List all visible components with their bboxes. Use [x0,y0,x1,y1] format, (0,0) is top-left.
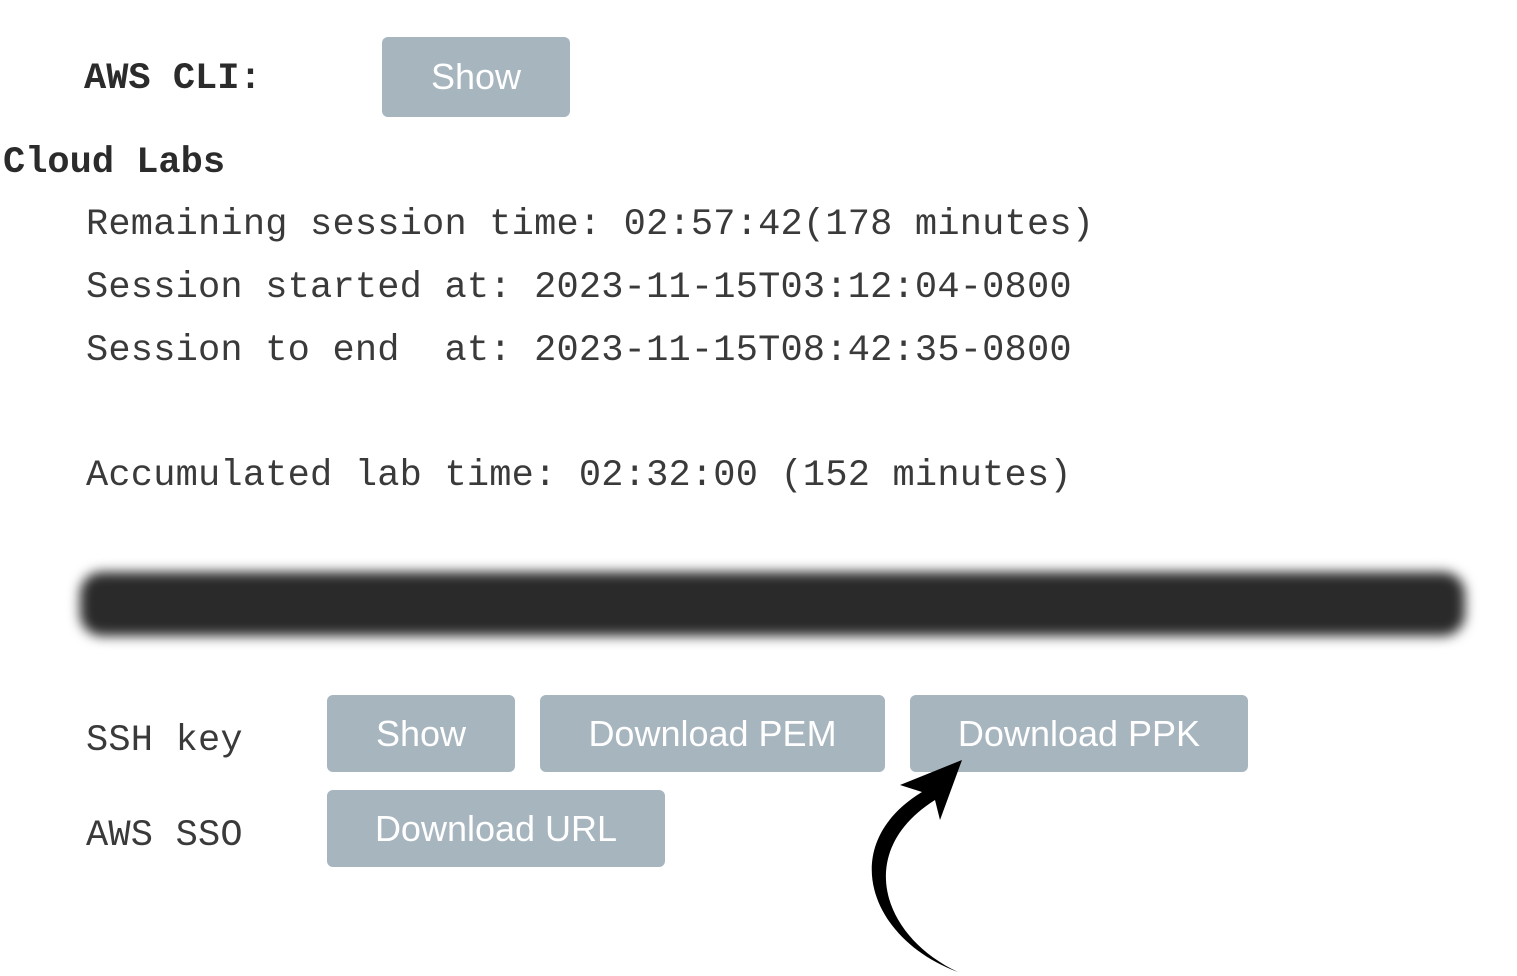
remaining-session-time: Remaining session time: 02:57:42(178 min… [86,204,1095,246]
curved-arrow-icon [871,760,962,972]
aws-sso-label: AWS SSO [86,815,243,857]
download-url-button[interactable]: Download URL [327,790,665,867]
session-end-at: Session to end at: 2023-11-15T08:42:35-0… [86,330,1072,372]
section-title: Cloud Labs [3,142,226,184]
accumulated-lab-time: Accumulated lab time: 02:32:00 (152 minu… [86,455,1072,497]
download-pem-button[interactable]: Download PEM [540,695,885,772]
aws-cli-show-button[interactable]: Show [382,37,570,117]
ssh-show-button[interactable]: Show [327,695,515,772]
redacted-ip-bar [80,572,1465,636]
session-started-at: Session started at: 2023-11-15T03:12:04-… [86,267,1072,309]
aws-cli-label: AWS CLI: [84,58,262,100]
ssh-key-label: SSH key [86,720,243,762]
